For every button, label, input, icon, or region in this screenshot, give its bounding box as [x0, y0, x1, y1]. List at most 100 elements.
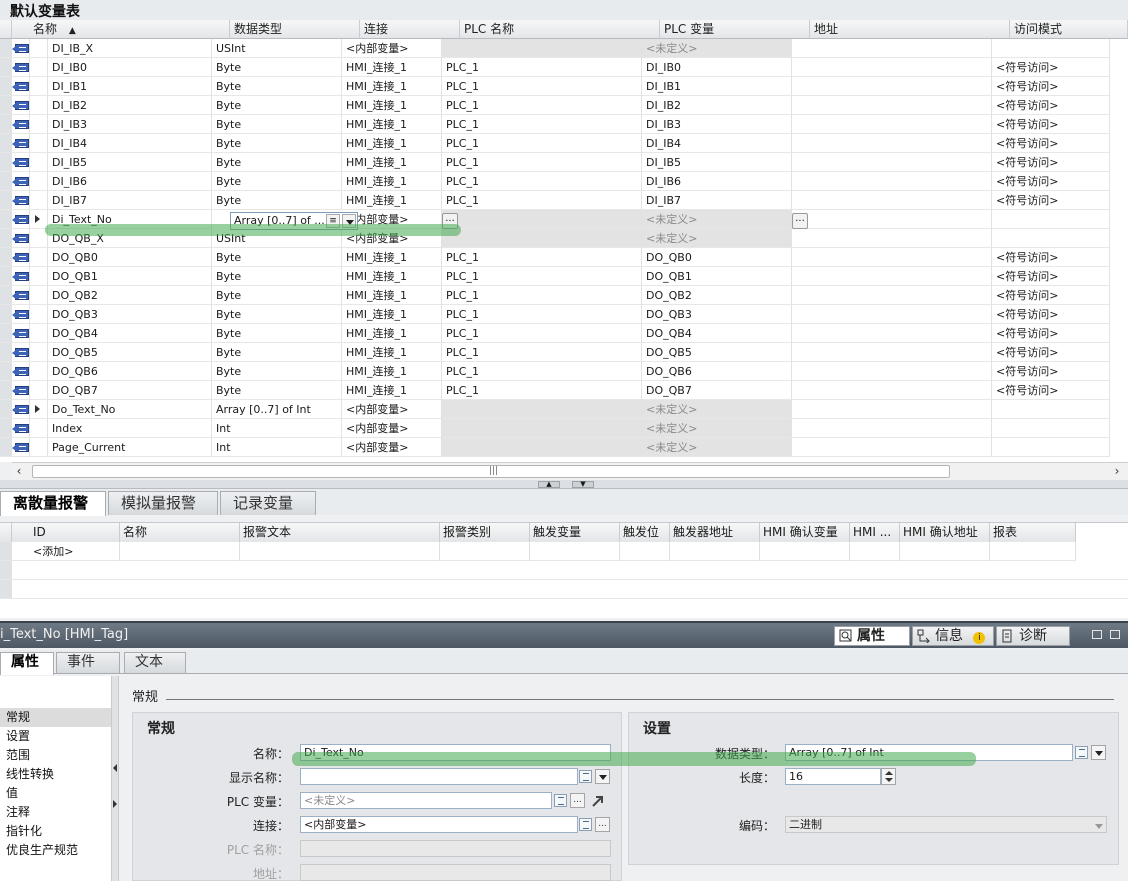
table-row[interactable]: DO_QB3 Byte HMI_连接_1 PLC_1 DO_QB3 <符号访问> [0, 305, 1128, 324]
connection-cell[interactable]: HMI_连接_1 [342, 96, 442, 115]
connection-cell[interactable]: <内部变量> [342, 400, 442, 419]
plctag-cell[interactable]: DO_QB2 [642, 286, 792, 305]
datatype-cell[interactable]: Byte [212, 153, 342, 172]
plcname-cell[interactable]: PLC_1 [442, 153, 642, 172]
connection-cell[interactable]: HMI_连接_1 [342, 343, 442, 362]
plcname-cell[interactable] [442, 419, 642, 438]
row-selector[interactable] [0, 115, 12, 134]
table-row[interactable]: DI_IB7 Byte HMI_连接_1 PLC_1 DI_IB7 <符号访问> [0, 191, 1128, 210]
plcname-cell[interactable]: PLC_1 [442, 134, 642, 153]
access-mode-cell[interactable] [992, 229, 1110, 248]
tab-events[interactable]: 事件 [56, 652, 120, 673]
access-mode-cell[interactable]: <符号访问> [992, 381, 1110, 400]
address-cell[interactable] [792, 248, 992, 267]
tag-name-cell[interactable]: Do_Text_No [48, 400, 212, 419]
tag-name-cell[interactable]: DI_IB0 [48, 58, 212, 77]
nav-general[interactable]: 常规 [0, 708, 111, 727]
connection-cell[interactable]: HMI_连接_1 [342, 248, 442, 267]
maximize-window-icon[interactable] [1110, 630, 1120, 639]
access-mode-cell[interactable]: <符号访问> [992, 58, 1110, 77]
table-row[interactable]: DO_QB2 Byte HMI_连接_1 PLC_1 DO_QB2 <符号访问> [0, 286, 1128, 305]
tag-name-cell[interactable]: DI_IB7 [48, 191, 212, 210]
col-trigger-address-header[interactable]: 触发器地址 [670, 523, 760, 542]
datatype-cell[interactable]: Array [0..7] of Int [212, 400, 342, 419]
connection-browse-button[interactable]: ... [442, 213, 458, 229]
datatype-cell[interactable]: Byte [212, 96, 342, 115]
col-name-header[interactable]: 名称 ▲ [30, 20, 230, 39]
access-mode-cell[interactable]: <符号访问> [992, 191, 1110, 210]
nav-comment[interactable]: 注释 [0, 803, 111, 822]
address-cell[interactable] [792, 305, 992, 324]
length-stepper[interactable] [881, 768, 896, 785]
address-cell[interactable] [792, 362, 992, 381]
nav-range[interactable]: 范围 [0, 746, 111, 765]
table-row[interactable]: Index Int <内部变量> <未定义> [0, 419, 1128, 438]
plcname-cell[interactable]: PLC_1 [442, 381, 642, 400]
plctag-cell[interactable]: DI_IB2 [642, 96, 792, 115]
table-row[interactable]: DO_QB_X USInt <内部变量> <未定义> [0, 229, 1128, 248]
col-trigger-tag-header[interactable]: 触发变量 [530, 523, 620, 542]
data-type-field[interactable]: Array [0..7] of Int [785, 744, 1073, 761]
table-row[interactable]: DO_QB6 Byte HMI_连接_1 PLC_1 DO_QB6 <符号访问> [0, 362, 1128, 381]
connection-cell[interactable]: HMI_连接_1 [342, 305, 442, 324]
col-plctag-header[interactable]: PLC 变量 [660, 20, 810, 39]
plctag-cell[interactable]: <未定义> [642, 210, 792, 229]
address-cell[interactable] [792, 115, 992, 134]
plcname-cell[interactable]: PLC_1 [442, 115, 642, 134]
datatype-cell[interactable]: Byte [212, 115, 342, 134]
tag-name-cell[interactable]: DI_IB4 [48, 134, 212, 153]
access-mode-cell[interactable]: <符号访问> [992, 305, 1110, 324]
plcname-cell[interactable]: PLC_1 [442, 324, 642, 343]
access-mode-cell[interactable]: <符号访问> [992, 286, 1110, 305]
chevron-right-icon[interactable] [35, 405, 40, 413]
datatype-cell[interactable]: Byte [212, 134, 342, 153]
table-row[interactable]: DI_IB2 Byte HMI_连接_1 PLC_1 DI_IB2 <符号访问> [0, 96, 1128, 115]
datatype-cell[interactable]: Byte [212, 58, 342, 77]
list-icon[interactable] [579, 818, 592, 831]
col-access-header[interactable]: 访问模式 [1010, 20, 1128, 39]
plctag-cell[interactable]: DO_QB5 [642, 343, 792, 362]
col-alarm-name-header[interactable]: 名称 [120, 523, 240, 542]
datatype-cell-editor[interactable]: Array [0..7] of ... ≡ [230, 212, 358, 230]
plctag-cell[interactable]: <未定义> [642, 438, 792, 457]
tab-analog-alarms[interactable]: 模拟量报警 [108, 491, 218, 515]
col-address-header[interactable]: 地址 [810, 20, 1010, 39]
address-cell[interactable] [792, 39, 992, 58]
table-row[interactable]: Page_Current Int <内部变量> <未定义> [0, 438, 1128, 457]
tag-name-cell[interactable]: Page_Current [48, 438, 212, 457]
row-selector[interactable] [0, 343, 12, 362]
row-selector[interactable] [0, 134, 12, 153]
plctag-cell[interactable]: DI_IB0 [642, 58, 792, 77]
access-mode-cell[interactable]: <符号访问> [992, 134, 1110, 153]
address-cell[interactable] [792, 419, 992, 438]
connection-cell[interactable]: HMI_连接_1 [342, 191, 442, 210]
plcname-cell[interactable]: PLC_1 [442, 267, 642, 286]
row-selector[interactable] [0, 229, 12, 248]
plcname-cell[interactable]: PLC_1 [442, 191, 642, 210]
collapse-up-icon[interactable]: ▲ [538, 481, 560, 488]
plctag-browse-button[interactable]: ... [792, 213, 808, 229]
address-cell[interactable] [792, 267, 992, 286]
access-mode-cell[interactable]: <符号访问> [992, 324, 1110, 343]
plcname-cell[interactable]: PLC_1 [442, 362, 642, 381]
plctag-cell[interactable]: <未定义> [642, 39, 792, 58]
row-selector[interactable] [0, 77, 12, 96]
chevron-right-icon[interactable] [35, 215, 40, 223]
connection-cell[interactable]: HMI_连接_1 [342, 77, 442, 96]
plctag-cell[interactable]: DO_QB6 [642, 362, 792, 381]
plctag-cell[interactable]: DO_QB0 [642, 248, 792, 267]
datatype-cell[interactable]: Int [212, 438, 342, 457]
collapse-down-icon[interactable]: ▼ [572, 481, 594, 488]
address-cell[interactable] [792, 324, 992, 343]
address-cell[interactable] [792, 343, 992, 362]
tag-name-cell[interactable]: DO_QB7 [48, 381, 212, 400]
tag-name-cell[interactable]: DI_IB3 [48, 115, 212, 134]
plctag-cell[interactable]: <未定义> [642, 400, 792, 419]
plctag-cell[interactable]: DI_IB1 [642, 77, 792, 96]
tag-name-cell[interactable]: DI_IB_X [48, 39, 212, 58]
plc-tag-field[interactable]: <未定义> [300, 792, 552, 809]
pane-splitter[interactable]: ▲ ▼ [0, 480, 1128, 489]
length-field[interactable]: 16 [785, 768, 881, 785]
address-cell[interactable] [792, 58, 992, 77]
scroll-right-icon[interactable]: › [1110, 465, 1124, 479]
